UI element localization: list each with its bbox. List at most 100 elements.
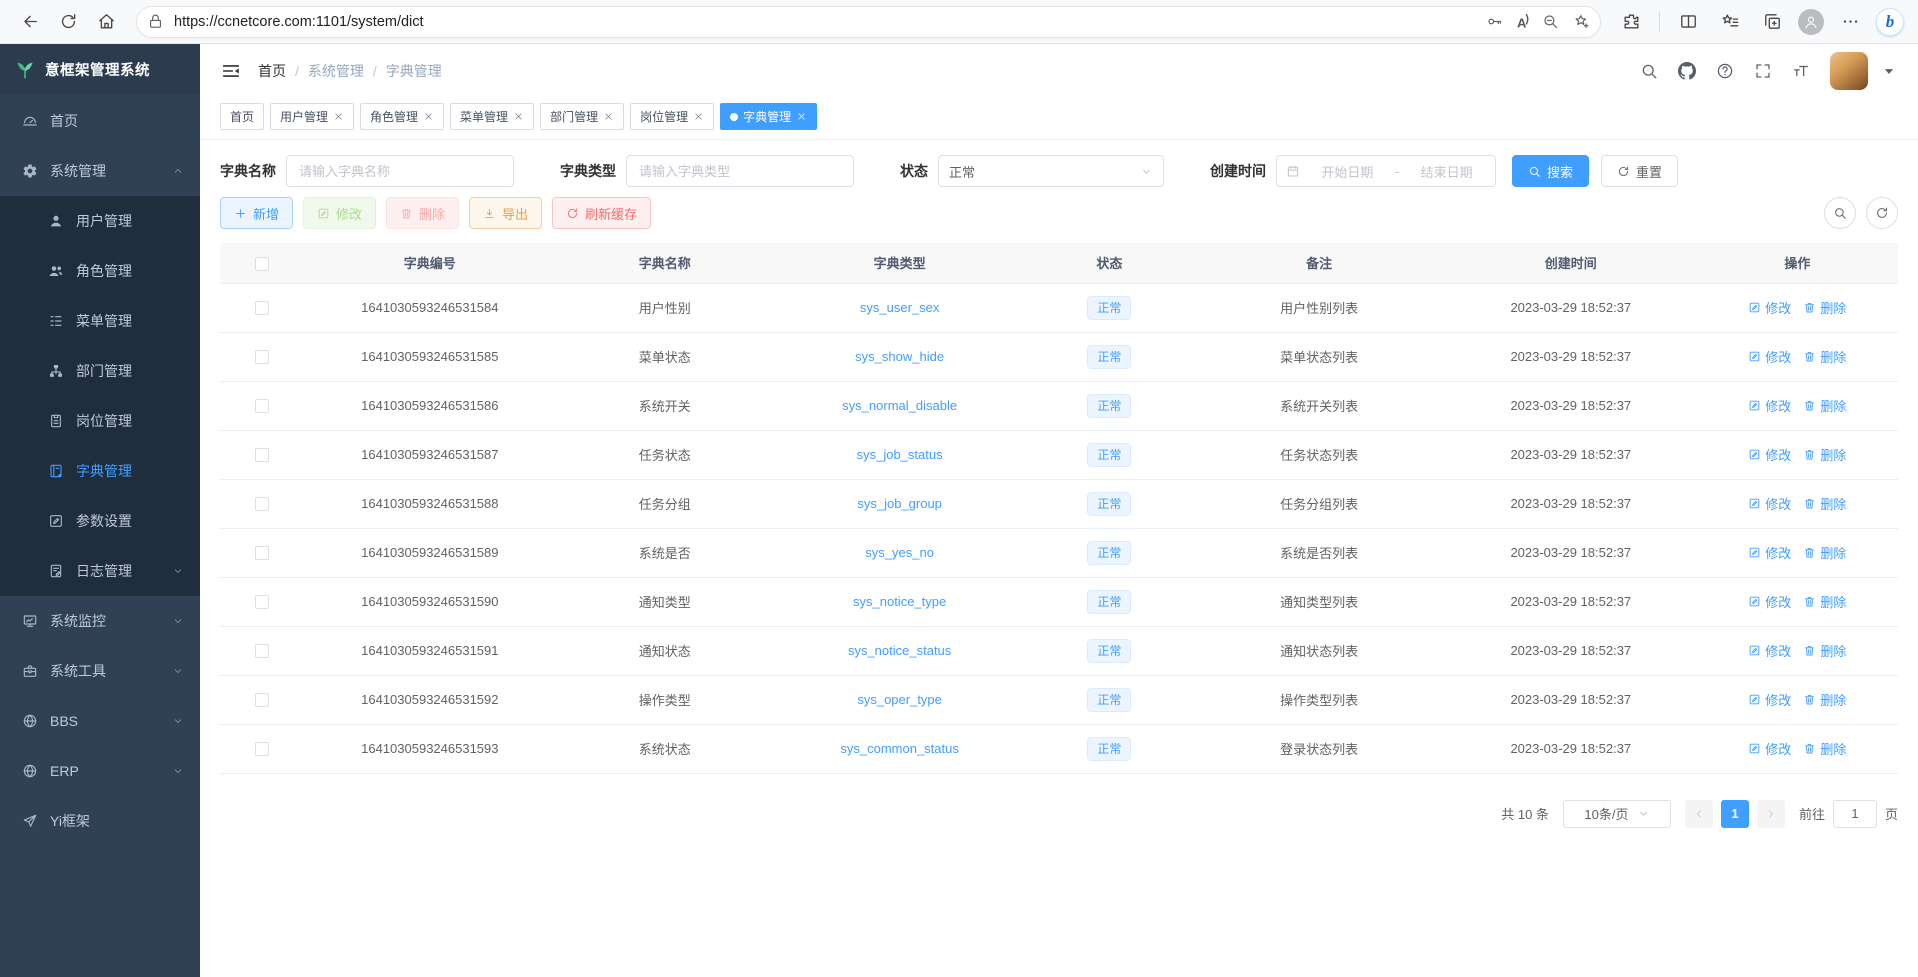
sidebar-item-菜单管理[interactable]: 菜单管理 — [0, 296, 200, 346]
tab-字典管理[interactable]: 字典管理 — [720, 103, 817, 130]
breadcrumb-item[interactable]: 首页 — [258, 61, 286, 81]
sidebar-item-ERP[interactable]: ERP — [0, 746, 200, 796]
row-checkbox[interactable] — [255, 546, 269, 560]
extensions-icon[interactable] — [1615, 6, 1647, 38]
password-key-icon[interactable] — [1486, 13, 1503, 30]
dict-type-input[interactable] — [626, 155, 854, 187]
row-checkbox[interactable] — [255, 693, 269, 707]
dict-name-input[interactable] — [286, 155, 514, 187]
row-edit-link[interactable]: 修改 — [1748, 641, 1791, 660]
dict-type-link[interactable]: sys_show_hide — [855, 349, 944, 364]
row-checkbox[interactable] — [255, 301, 269, 315]
sidebar-item-BBS[interactable]: BBS — [0, 696, 200, 746]
row-checkbox[interactable] — [255, 448, 269, 462]
row-delete-link[interactable]: 删除 — [1803, 739, 1846, 758]
refresh-table-button[interactable] — [1866, 197, 1898, 229]
browser-menu-icon[interactable] — [1834, 6, 1866, 38]
tab-close-icon[interactable] — [603, 111, 614, 122]
dict-type-link[interactable]: sys_notice_type — [853, 594, 946, 609]
row-edit-link[interactable]: 修改 — [1748, 592, 1791, 611]
favorite-star-icon[interactable] — [1573, 13, 1590, 30]
browser-home-button[interactable] — [90, 6, 122, 38]
dict-type-link[interactable]: sys_user_sex — [860, 300, 939, 315]
sidebar-item-角色管理[interactable]: 角色管理 — [0, 246, 200, 296]
search-button[interactable]: 搜索 — [1512, 155, 1589, 187]
tab-部门管理[interactable]: 部门管理 — [540, 103, 624, 130]
tab-close-icon[interactable] — [423, 111, 434, 122]
collections-icon[interactable] — [1756, 6, 1788, 38]
sidebar-fold-icon[interactable] — [220, 60, 242, 82]
dict-type-link[interactable]: sys_oper_type — [857, 692, 942, 707]
date-range-picker[interactable]: 开始日期 - 结束日期 — [1276, 155, 1496, 187]
font-size-icon[interactable] — [1792, 62, 1810, 80]
row-checkbox[interactable] — [255, 497, 269, 511]
favorites-bar-icon[interactable] — [1714, 6, 1746, 38]
address-bar[interactable]: A) — [136, 6, 1601, 38]
row-checkbox[interactable] — [255, 595, 269, 609]
current-page[interactable]: 1 — [1721, 800, 1749, 828]
sidebar-item-系统监控[interactable]: 系统监控 — [0, 596, 200, 646]
user-menu-caret-icon[interactable] — [1880, 62, 1898, 80]
row-checkbox[interactable] — [255, 742, 269, 756]
row-delete-link[interactable]: 删除 — [1803, 543, 1846, 562]
sidebar-item-参数设置[interactable]: 参数设置 — [0, 496, 200, 546]
reset-button[interactable]: 重置 — [1601, 155, 1678, 187]
add-button[interactable]: 新增 — [220, 197, 293, 229]
browser-back-button[interactable] — [14, 6, 46, 38]
delete-button[interactable]: 删除 — [386, 197, 459, 229]
prev-page-button[interactable] — [1685, 800, 1713, 828]
edit-button[interactable]: 修改 — [303, 197, 376, 229]
row-delete-link[interactable]: 删除 — [1803, 690, 1846, 709]
row-delete-link[interactable]: 删除 — [1803, 347, 1846, 366]
tab-close-icon[interactable] — [693, 111, 704, 122]
sidebar-item-系统工具[interactable]: 系统工具 — [0, 646, 200, 696]
tab-用户管理[interactable]: 用户管理 — [270, 103, 354, 130]
export-button[interactable]: 导出 — [469, 197, 542, 229]
tab-岗位管理[interactable]: 岗位管理 — [630, 103, 714, 130]
row-delete-link[interactable]: 删除 — [1803, 641, 1846, 660]
browser-profile-avatar[interactable] — [1798, 9, 1824, 35]
row-checkbox[interactable] — [255, 350, 269, 364]
row-delete-link[interactable]: 删除 — [1803, 396, 1846, 415]
browser-refresh-button[interactable] — [52, 6, 84, 38]
url-input[interactable] — [174, 14, 1478, 30]
sidebar-item-部门管理[interactable]: 部门管理 — [0, 346, 200, 396]
tab-close-icon[interactable] — [796, 111, 807, 122]
tab-close-icon[interactable] — [513, 111, 524, 122]
sidebar-item-Yi框架[interactable]: Yi框架 — [0, 796, 200, 846]
dict-type-link[interactable]: sys_job_status — [857, 447, 943, 462]
row-edit-link[interactable]: 修改 — [1748, 396, 1791, 415]
row-edit-link[interactable]: 修改 — [1748, 445, 1791, 464]
row-delete-link[interactable]: 删除 — [1803, 298, 1846, 317]
row-edit-link[interactable]: 修改 — [1748, 298, 1791, 317]
help-icon[interactable] — [1716, 62, 1734, 80]
sidebar-item-日志管理[interactable]: 日志管理 — [0, 546, 200, 596]
goto-page-input[interactable] — [1833, 800, 1877, 828]
row-edit-link[interactable]: 修改 — [1748, 739, 1791, 758]
sidebar-item-系统管理[interactable]: 系统管理 — [0, 146, 200, 196]
tab-菜单管理[interactable]: 菜单管理 — [450, 103, 534, 130]
row-delete-link[interactable]: 删除 — [1803, 445, 1846, 464]
row-checkbox[interactable] — [255, 644, 269, 658]
user-avatar[interactable] — [1830, 52, 1868, 90]
dict-type-link[interactable]: sys_yes_no — [865, 545, 934, 560]
copilot-icon[interactable]: b — [1876, 8, 1904, 36]
read-aloud-icon[interactable]: A) — [1517, 13, 1528, 30]
row-edit-link[interactable]: 修改 — [1748, 347, 1791, 366]
show-search-toggle-button[interactable] — [1824, 197, 1856, 229]
tab-角色管理[interactable]: 角色管理 — [360, 103, 444, 130]
header-search-icon[interactable] — [1640, 62, 1658, 80]
sidebar-item-首页[interactable]: 首页 — [0, 96, 200, 146]
row-delete-link[interactable]: 删除 — [1803, 494, 1846, 513]
row-delete-link[interactable]: 删除 — [1803, 592, 1846, 611]
row-edit-link[interactable]: 修改 — [1748, 494, 1791, 513]
github-icon[interactable] — [1678, 62, 1696, 80]
sidebar-item-岗位管理[interactable]: 岗位管理 — [0, 396, 200, 446]
select-all-checkbox[interactable] — [255, 257, 269, 271]
sidebar-item-用户管理[interactable]: 用户管理 — [0, 196, 200, 246]
dict-type-link[interactable]: sys_common_status — [840, 741, 959, 756]
tab-close-icon[interactable] — [333, 111, 344, 122]
page-size-select[interactable]: 10条/页 — [1563, 800, 1671, 828]
dict-type-link[interactable]: sys_notice_status — [848, 643, 951, 658]
dict-type-link[interactable]: sys_job_group — [857, 496, 942, 511]
